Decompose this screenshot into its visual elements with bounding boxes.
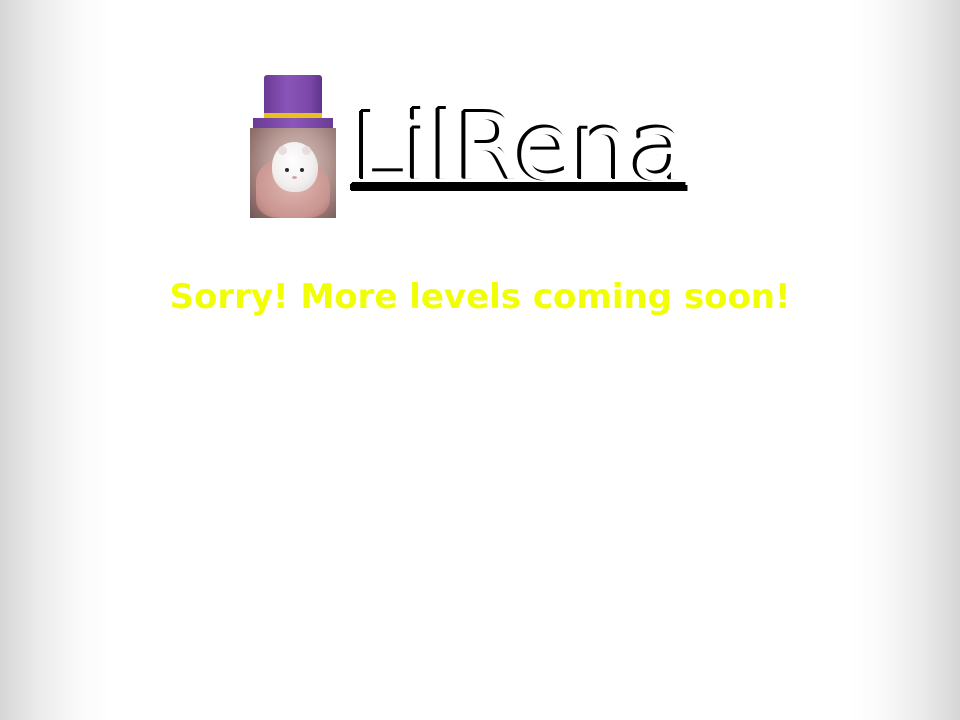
hamster-photo <box>250 128 336 218</box>
hamster-eye <box>300 168 304 172</box>
hamster-ear <box>278 146 287 155</box>
hamster-eye <box>285 168 289 172</box>
game-screen: LilRena Sorry! More levels coming soon! <box>0 0 960 720</box>
coming-soon-message: Sorry! More levels coming soon! <box>169 277 791 317</box>
hamster <box>272 142 318 192</box>
hamster-nose <box>292 176 297 179</box>
hamster-top-hat-icon <box>250 75 336 218</box>
hamster-ear <box>302 146 311 155</box>
game-title: LilRena <box>354 94 688 201</box>
